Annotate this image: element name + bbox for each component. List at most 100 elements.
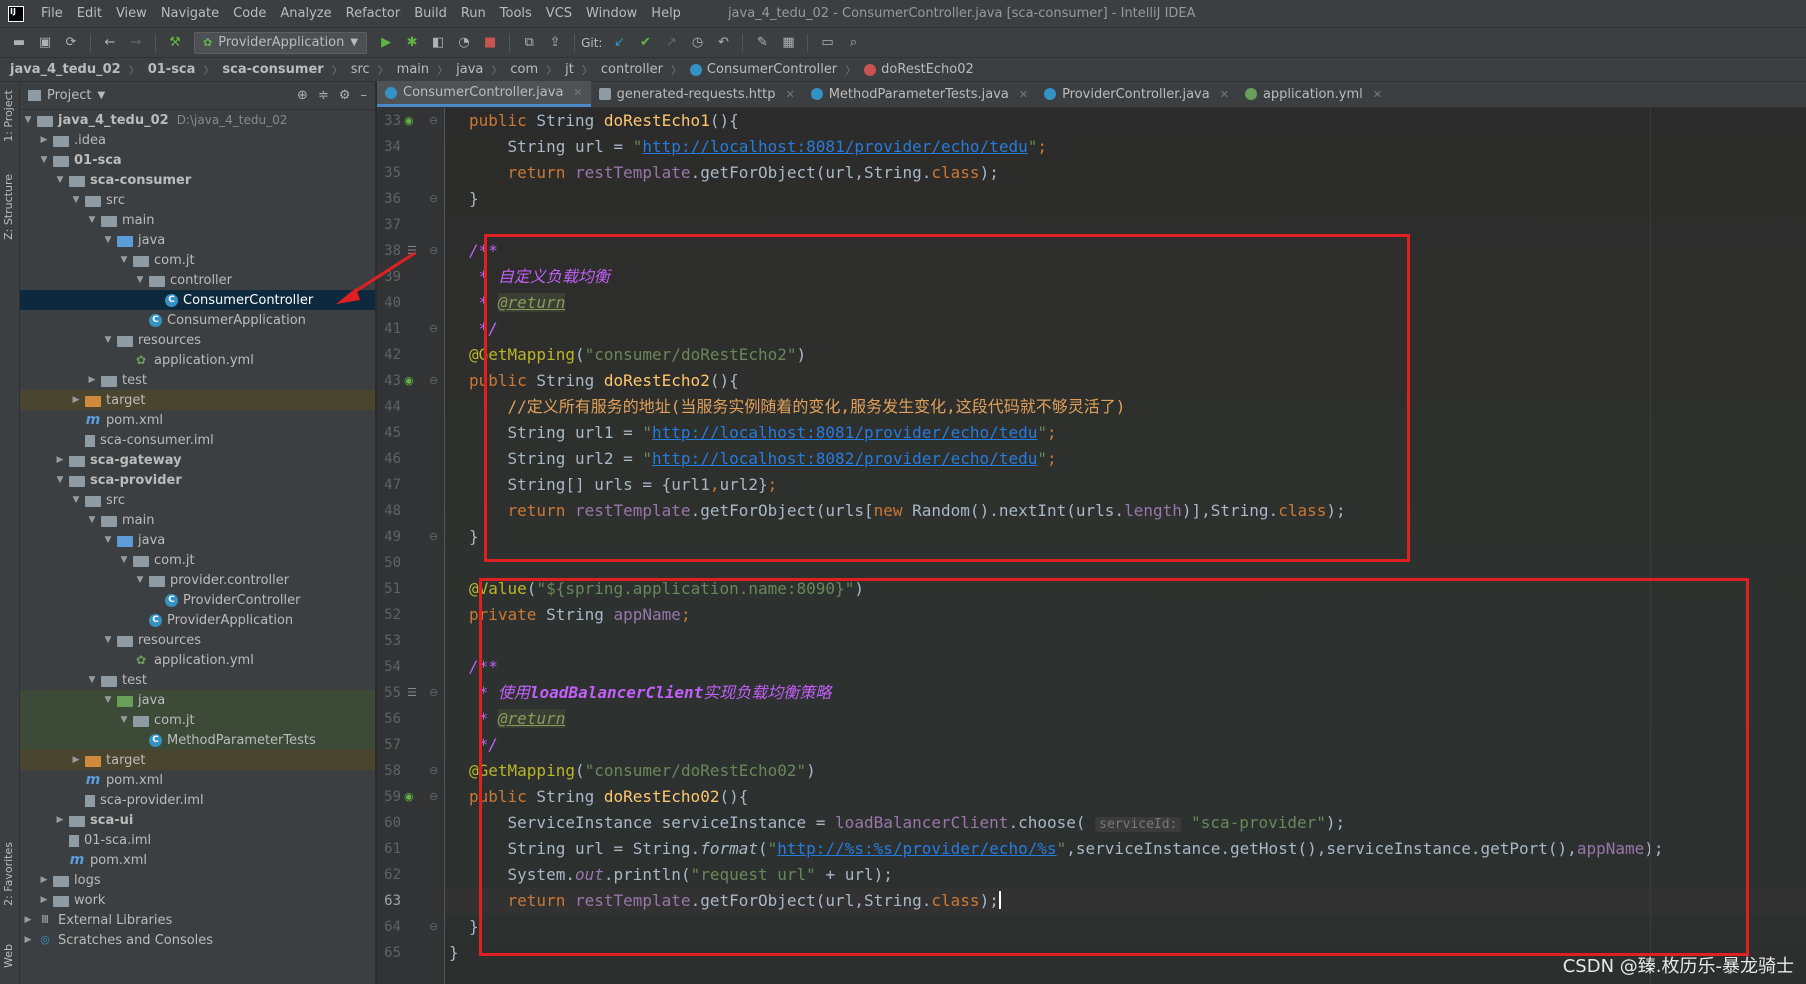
expand-arrow-icon[interactable]: ▶: [22, 935, 34, 945]
build-hammer-icon[interactable]: ⚒: [164, 32, 186, 54]
menu-help[interactable]: Help: [644, 6, 688, 21]
tab-structure-tool[interactable]: Z: Structure: [2, 174, 15, 240]
tree-row[interactable]: ▼ provider.controller: [20, 570, 375, 590]
tree-row[interactable]: ▶ logs: [20, 870, 375, 890]
expand-arrow-icon[interactable]: ▼: [134, 275, 146, 285]
close-icon[interactable]: ✕: [1373, 88, 1382, 101]
expand-arrow-icon[interactable]: ▶: [86, 375, 98, 385]
expand-arrow-icon[interactable]: ▶: [22, 915, 34, 925]
expand-arrow-icon[interactable]: ▼: [118, 555, 130, 565]
git-history-icon[interactable]: ◷: [686, 32, 708, 54]
git-update-icon[interactable]: ↙: [608, 32, 630, 54]
stop-icon[interactable]: ■: [479, 32, 501, 54]
breadcrumb-java[interactable]: java: [456, 62, 483, 77]
expand-arrow-icon[interactable]: ▼: [102, 695, 114, 705]
tree-row[interactable]: ▶ target: [20, 750, 375, 770]
close-icon[interactable]: ✕: [1220, 88, 1229, 101]
tab-web-tool[interactable]: Web: [2, 944, 15, 968]
spring-endpoint-icon[interactable]: ◉: [404, 368, 414, 394]
tree-row[interactable]: ▼ java_4_tedu_02 D:\java_4_tedu_02: [20, 110, 375, 130]
tree-row[interactable]: m pom.xml: [20, 770, 375, 790]
expand-arrow-icon[interactable]: ▼: [70, 495, 82, 505]
fold-icon[interactable]: ⊖: [429, 914, 438, 940]
breadcrumb-com[interactable]: com: [510, 62, 538, 77]
fold-icon[interactable]: ⊖: [429, 680, 438, 706]
locate-icon[interactable]: ⊕: [297, 88, 308, 103]
project-panel-title[interactable]: Project: [47, 88, 91, 103]
attach-icon[interactable]: ⧉: [518, 32, 540, 54]
tree-row[interactable]: ▼ src: [20, 190, 375, 210]
expand-arrow-icon[interactable]: ▶: [38, 895, 50, 905]
fold-icon[interactable]: ⊖: [429, 316, 438, 342]
expand-arrow-icon[interactable]: ▼: [102, 535, 114, 545]
breadcrumb-submodule[interactable]: sca-consumer: [222, 62, 323, 77]
expand-arrow-icon[interactable]: ▶: [38, 135, 50, 145]
gear-icon[interactable]: ⚙: [339, 88, 351, 103]
menu-refactor[interactable]: Refactor: [339, 6, 408, 21]
expand-arrow-icon[interactable]: ▼: [118, 715, 130, 725]
tab-generated-requests[interactable]: generated-requests.http ✕: [591, 81, 803, 107]
run-icon[interactable]: ▶: [375, 32, 397, 54]
save-all-icon[interactable]: ▣: [34, 32, 56, 54]
fold-icon[interactable]: ⊖: [429, 238, 438, 264]
fold-icon[interactable]: ⊖: [429, 186, 438, 212]
tree-row[interactable]: sca-consumer.iml: [20, 430, 375, 450]
expand-arrow-icon[interactable]: ▼: [54, 175, 66, 185]
tree-row[interactable]: ▶ work: [20, 890, 375, 910]
menu-tools[interactable]: Tools: [493, 6, 539, 21]
tree-row[interactable]: ▼ 01-sca: [20, 150, 375, 170]
breadcrumb-class[interactable]: ConsumerController: [707, 62, 837, 77]
breadcrumb-module[interactable]: 01-sca: [148, 62, 196, 77]
menu-vcs[interactable]: VCS: [539, 6, 579, 21]
tree-row[interactable]: ▶ test: [20, 370, 375, 390]
expand-arrow-icon[interactable]: ▼: [102, 635, 114, 645]
tree-row[interactable]: ▼ resources: [20, 630, 375, 650]
fold-icon[interactable]: ⊖: [429, 758, 438, 784]
expand-arrow-icon[interactable]: ▼: [22, 115, 34, 125]
spring-endpoint-icon[interactable]: ◉: [404, 784, 414, 810]
open-folder-icon[interactable]: ▬: [8, 32, 30, 54]
breadcrumb-project[interactable]: java_4_tedu_02: [10, 62, 121, 77]
run-configuration-select[interactable]: ✿ ProviderApplication ▼: [194, 31, 368, 54]
tree-row[interactable]: 01-sca.iml: [20, 830, 375, 850]
expand-arrow-icon[interactable]: ▼: [134, 575, 146, 585]
project-structure-icon[interactable]: ▦: [777, 32, 799, 54]
tab-providercontroller[interactable]: ProviderController.java ✕: [1036, 81, 1237, 107]
menu-edit[interactable]: Edit: [70, 6, 109, 21]
expand-arrow-icon[interactable]: ▼: [102, 235, 114, 245]
breadcrumb-src[interactable]: src: [351, 62, 370, 77]
expand-arrow-icon[interactable]: ▼: [54, 475, 66, 485]
settings-wrench-icon[interactable]: ✎: [751, 32, 773, 54]
fold-icon[interactable]: ⊖: [429, 784, 438, 810]
tree-row[interactable]: ▶ .idea: [20, 130, 375, 150]
spring-endpoint-icon[interactable]: ◉: [404, 108, 414, 134]
minimize-icon[interactable]: –: [361, 88, 368, 103]
expand-arrow-icon[interactable]: ▶: [54, 815, 66, 825]
tree-row[interactable]: ▼ sca-consumer: [20, 170, 375, 190]
expand-arrow-icon[interactable]: ▼: [70, 195, 82, 205]
close-icon[interactable]: ✕: [1019, 88, 1028, 101]
expand-arrow-icon[interactable]: ▼: [102, 335, 114, 345]
sync-icon[interactable]: ⟳: [60, 32, 82, 54]
tree-row[interactable]: ▼ com.jt: [20, 710, 375, 730]
tree-row[interactable]: ▶ target: [20, 390, 375, 410]
tree-row[interactable]: ▼ controller: [20, 270, 375, 290]
breadcrumb-controller[interactable]: controller: [601, 62, 663, 77]
tree-row[interactable]: ▼ com.jt: [20, 250, 375, 270]
tree-row[interactable]: ▶ sca-ui: [20, 810, 375, 830]
close-icon[interactable]: ✕: [785, 88, 794, 101]
tree-row[interactable]: ✿ application.yml: [20, 350, 375, 370]
git-commit-icon[interactable]: ✔: [634, 32, 656, 54]
expand-arrow-icon[interactable]: ▶: [70, 755, 82, 765]
url-link[interactable]: http://localhost:8081/provider/echo/tedu: [642, 137, 1027, 156]
chevron-down-icon[interactable]: ▼: [97, 90, 105, 101]
doc-render-icon[interactable]: ☰: [407, 680, 417, 706]
tree-row[interactable]: C ProviderApplication: [20, 610, 375, 630]
expand-arrow-icon[interactable]: ▶: [70, 395, 82, 405]
tree-row[interactable]: ▼ java: [20, 230, 375, 250]
collapse-all-icon[interactable]: ≑: [318, 88, 329, 103]
menu-file[interactable]: File: [34, 6, 70, 21]
tree-row[interactable]: ▶ ◎ Scratches and Consoles: [20, 930, 375, 950]
tree-row[interactable]: C MethodParameterTests: [20, 730, 375, 750]
menu-navigate[interactable]: Navigate: [154, 6, 226, 21]
